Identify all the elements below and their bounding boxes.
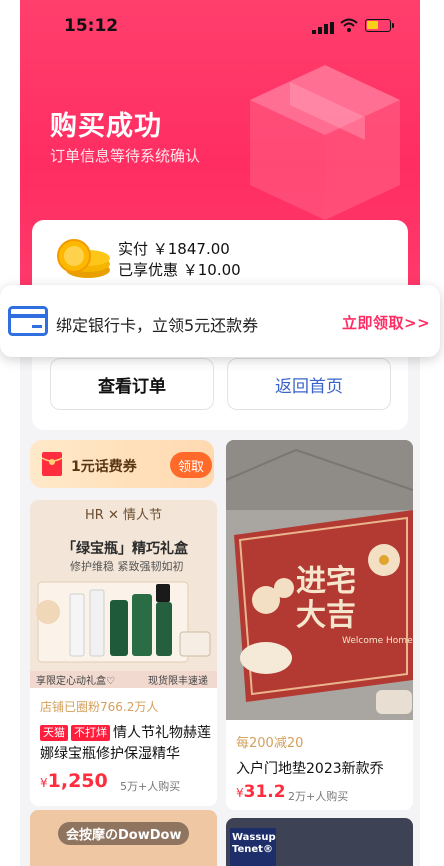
amount-paid: 实付 ￥1847.00 bbox=[118, 240, 230, 258]
claim-coupon-button[interactable]: 领取 bbox=[170, 452, 212, 478]
product-price: ¥1,250 bbox=[40, 770, 108, 792]
signal-icon bbox=[312, 22, 334, 34]
gift-box-title: 「绿宝瓶」精巧礼盒 bbox=[62, 541, 188, 557]
product-info-doormat[interactable]: 每200减20 入户门地垫2023新款乔 ¥31.2 2万+人购买 bbox=[226, 720, 413, 810]
phone-screen: 15:12 购买成功 订单信息等待系统确认 实付 ￥1847.00 已享优惠 ￥… bbox=[20, 0, 420, 866]
page-subtitle: 订单信息等待系统确认 bbox=[50, 147, 201, 165]
promo-strip: 享限定心动礼盒♡ 现货限丰速递 bbox=[30, 671, 217, 688]
sold-count: 5万+人购买 bbox=[120, 780, 181, 793]
doormat-welcome: Welcome Home bbox=[342, 636, 413, 646]
product-title: 天猫 不打烊 情人节礼物赫莲娜绿宝瓶修护保湿精华 bbox=[40, 723, 212, 765]
shop-fans-count: 店铺已圈粉766.2万人 bbox=[40, 700, 159, 714]
price-value: 1,250 bbox=[47, 770, 108, 792]
view-order-button[interactable]: 查看订单 bbox=[50, 358, 214, 410]
banner-text: 绑定银行卡，立领5元还款券 bbox=[56, 316, 259, 335]
status-time: 15:12 bbox=[64, 16, 119, 36]
back-home-button[interactable]: 返回首页 bbox=[227, 358, 391, 410]
bind-bank-card-banner[interactable]: 绑定银行卡，立领5元还款券 立即领取>> bbox=[0, 285, 440, 357]
product-image-skincare[interactable]: HR ✕ 情人节 「绿宝瓶」精巧礼盒 修护维稳 紧致强韧如初 享限定心动礼盒♡ … bbox=[30, 500, 217, 688]
currency-symbol: ¥ bbox=[236, 786, 244, 800]
apparel-brand-label: Wassup Tenet® bbox=[230, 828, 276, 866]
promo-label: 每200减20 bbox=[236, 736, 304, 751]
coupon-label: 1元话费券 bbox=[71, 459, 137, 475]
red-envelope-icon bbox=[42, 452, 62, 476]
price-value: 31.2 bbox=[243, 782, 286, 802]
status-bar: 15:12 bbox=[20, 0, 420, 52]
bank-card-icon bbox=[8, 306, 48, 336]
product-title: 入户门地垫2023新款乔 bbox=[236, 761, 384, 777]
promo-strip-right: 现货限丰速递 bbox=[148, 676, 208, 687]
product-price: ¥31.2 bbox=[236, 782, 286, 802]
discount-amount: 已享优惠 ￥10.00 bbox=[118, 261, 241, 279]
battery-icon bbox=[365, 19, 394, 32]
tmall-tag: 天猫 bbox=[40, 725, 68, 741]
skincare-bottles-image bbox=[36, 581, 211, 663]
wifi-icon bbox=[340, 18, 358, 32]
massager-brand-label: 会按摩のDowDow bbox=[58, 822, 190, 845]
doormat-caption: 进宅大吉 bbox=[296, 564, 356, 633]
product-image-doormat[interactable]: 进宅大吉 Welcome Home bbox=[226, 440, 413, 720]
currency-symbol: ¥ bbox=[40, 776, 48, 790]
product-image-massager[interactable]: 会按摩のDowDow bbox=[30, 810, 217, 866]
brand-header: HR ✕ 情人节 bbox=[85, 508, 162, 523]
product-image-apparel[interactable]: Wassup Tenet® bbox=[226, 818, 413, 866]
open-tag: 不打烊 bbox=[71, 725, 110, 741]
gold-coins-icon bbox=[57, 239, 110, 278]
product-info-skincare[interactable]: 店铺已圈粉766.2万人 天猫 不打烊 情人节礼物赫莲娜绿宝瓶修护保湿精华 ¥1,2… bbox=[30, 688, 217, 806]
phone-bill-coupon[interactable]: 1元话费券 领取 bbox=[30, 440, 214, 488]
sold-count: 2万+人购买 bbox=[288, 790, 349, 803]
page-title: 购买成功 bbox=[50, 111, 162, 142]
promo-strip-left: 享限定心动礼盒♡ bbox=[36, 676, 115, 687]
box-illustration-icon bbox=[250, 65, 400, 220]
claim-now-link[interactable]: 立即领取>> bbox=[342, 312, 430, 333]
